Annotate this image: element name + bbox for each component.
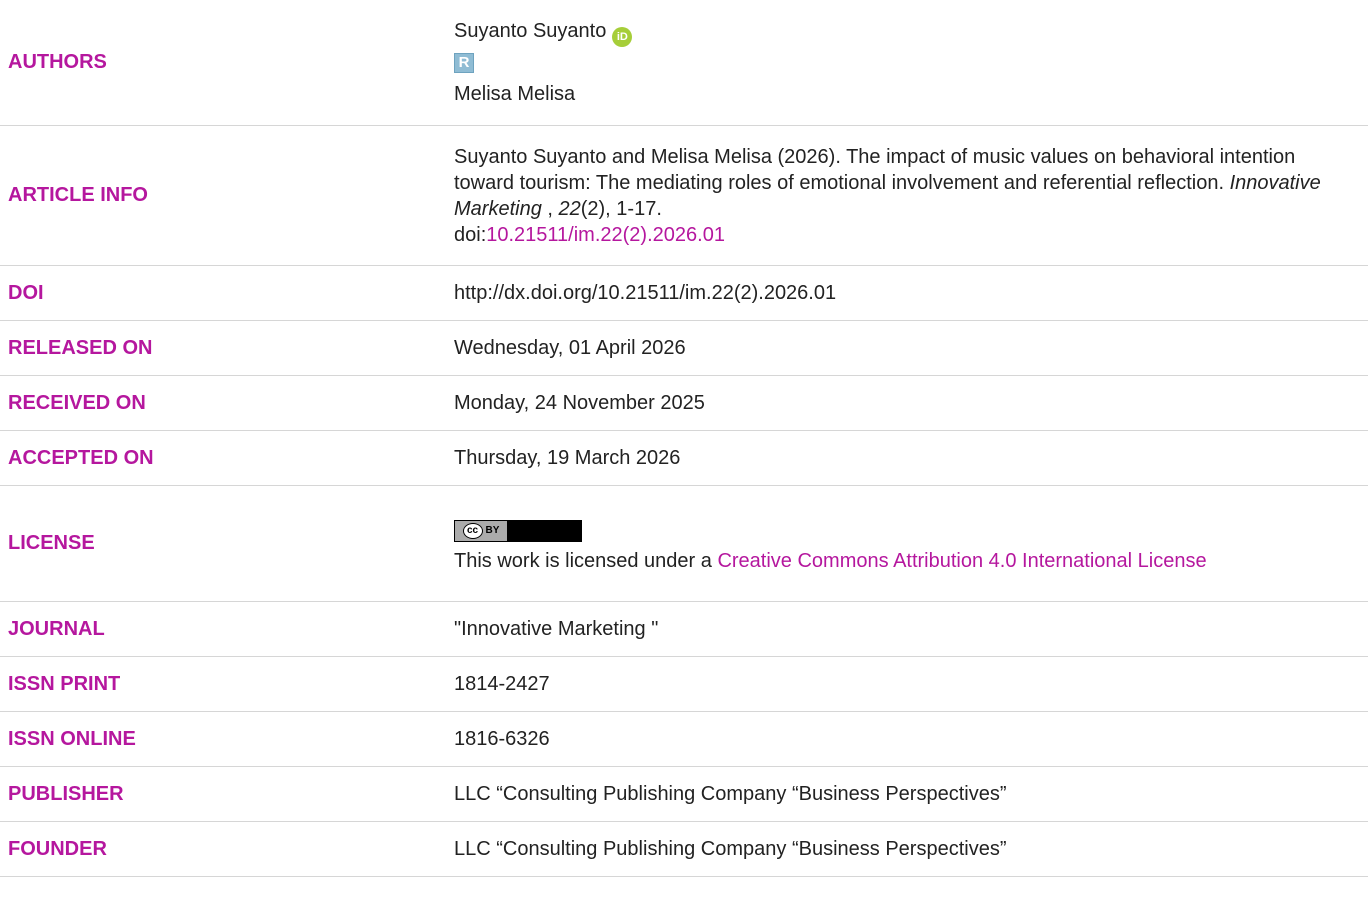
received-value: Monday, 24 November 2025 (450, 375, 1368, 431)
issn-print-row: ISSN PRINT 1814-2427 (0, 656, 1368, 712)
received-label: RECEIVED ON (0, 375, 450, 431)
issn-print-label: ISSN PRINT (0, 656, 450, 712)
cc-icon: cc (462, 522, 483, 539)
article-info-label: ARTICLE INFO (0, 125, 450, 266)
publisher-value: LLC “Consulting Publishing Company “Busi… (450, 766, 1368, 822)
issn-online-value: 1816-6326 (450, 711, 1368, 767)
publisher-row: PUBLISHER LLC “Consulting Publishing Com… (0, 766, 1368, 822)
author-2-name[interactable]: Melisa Melisa (454, 83, 575, 105)
license-text: This work is licensed under a (454, 549, 718, 572)
author-1-name[interactable]: Suyanto Suyanto (454, 20, 606, 42)
authors-label: AUTHORS (0, 0, 450, 126)
founder-label: FOUNDER (0, 821, 450, 877)
citation-volume: 22 (558, 197, 581, 220)
article-info-value: Suyanto Suyanto and Melisa Melisa (2026)… (450, 125, 1368, 266)
founder-row: FOUNDER LLC “Consulting Publishing Compa… (0, 821, 1368, 877)
citation-doi-link[interactable]: 10.21511/im.22(2).2026.01 (486, 224, 725, 246)
journal-row: JOURNAL "Innovative Marketing " (0, 601, 1368, 657)
researchgate-icon[interactable]: R (454, 53, 474, 73)
authors-row: AUTHORS Suyanto Suyanto iD R Melisa Melis… (0, 0, 1368, 126)
issn-print-value: 1814-2427 (450, 656, 1368, 712)
founder-value: LLC “Consulting Publishing Company “Busi… (450, 821, 1368, 877)
cc-by-badge-icon[interactable]: cc BY (454, 519, 582, 542)
license-label: LICENSE (0, 485, 450, 602)
accepted-row: ACCEPTED ON Thursday, 19 March 2026 (0, 430, 1368, 486)
researchgate-row: R (454, 47, 1368, 79)
doi-label: DOI (0, 265, 450, 321)
license-row: LICENSE cc BY This work is licensed unde… (0, 485, 1368, 602)
license-link[interactable]: Creative Commons Attribution 4.0 Interna… (717, 550, 1206, 572)
author-2: Melisa Melisa (454, 79, 1368, 109)
released-row: RELEASED ON Wednesday, 01 April 2026 (0, 320, 1368, 376)
article-info-table: AUTHORS Suyanto Suyanto iD R Melisa Melis… (0, 0, 1368, 877)
license-value: cc BY This work is licensed under a Crea… (450, 485, 1368, 602)
issn-online-row: ISSN ONLINE 1816-6326 (0, 711, 1368, 767)
released-label: RELEASED ON (0, 320, 450, 376)
citation-doi-prefix: doi: (454, 223, 487, 246)
doi-value[interactable]: http://dx.doi.org/10.21511/im.22(2).2026… (450, 265, 1368, 321)
article-info-row: ARTICLE INFO Suyanto Suyanto and Melisa … (0, 125, 1368, 266)
author-1: Suyanto Suyanto iD (454, 16, 1368, 47)
orcid-icon[interactable]: iD (612, 27, 633, 47)
issn-online-label: ISSN ONLINE (0, 711, 450, 767)
citation-text: Suyanto Suyanto and Melisa Melisa (2026)… (454, 145, 1296, 194)
by-icon: BY (485, 524, 500, 536)
citation-sep: , (541, 197, 559, 220)
accepted-value: Thursday, 19 March 2026 (450, 430, 1368, 486)
accepted-label: ACCEPTED ON (0, 430, 450, 486)
released-value: Wednesday, 01 April 2026 (450, 320, 1368, 376)
citation-issue-pages: (2), 1-17. (580, 197, 662, 220)
journal-value: "Innovative Marketing " (450, 601, 1368, 657)
authors-value: Suyanto Suyanto iD R Melisa Melisa (450, 0, 1368, 126)
doi-row: DOI http://dx.doi.org/10.21511/im.22(2).… (0, 265, 1368, 321)
journal-label: JOURNAL (0, 601, 450, 657)
publisher-label: PUBLISHER (0, 766, 450, 822)
received-row: RECEIVED ON Monday, 24 November 2025 (0, 375, 1368, 431)
